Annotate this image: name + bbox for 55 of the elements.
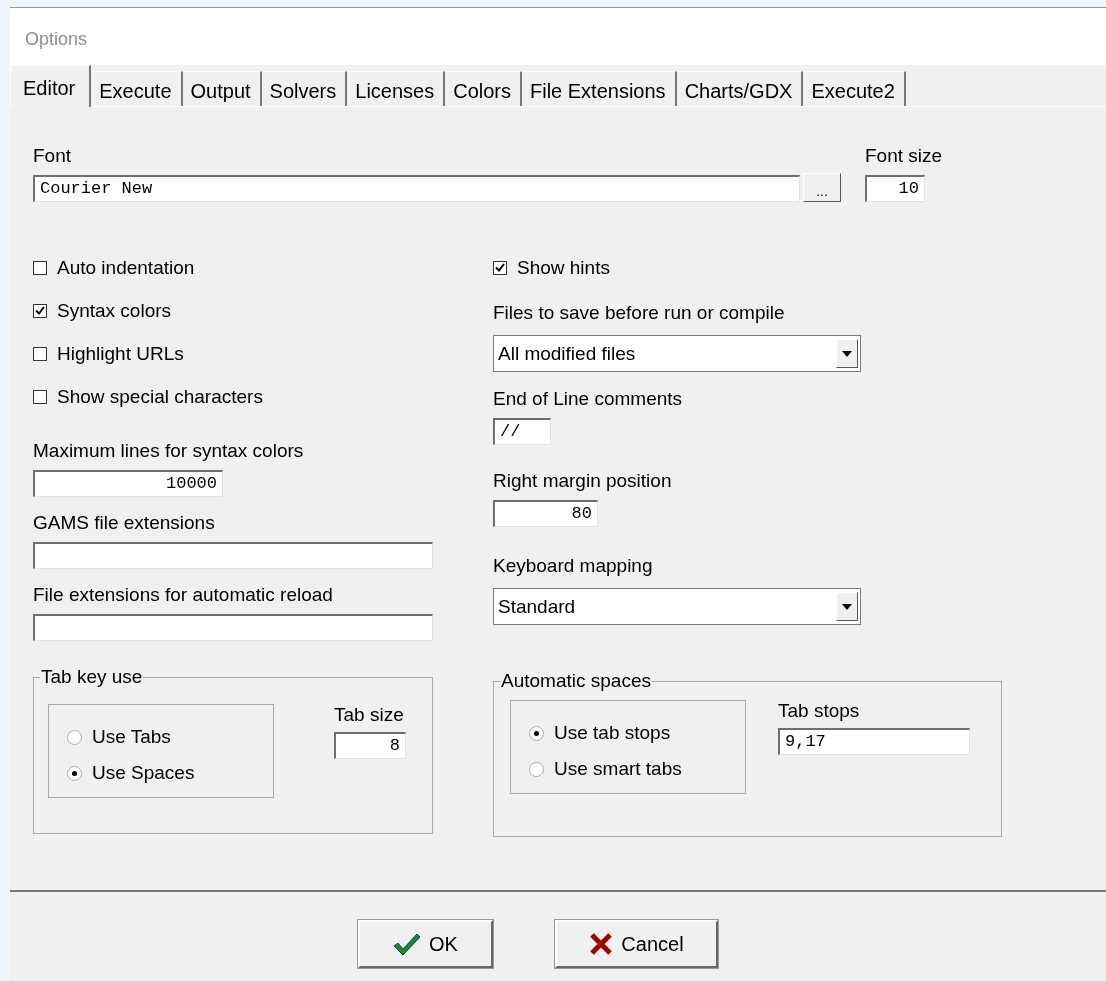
- dropdown[interactable]: All modified files: [493, 335, 861, 372]
- field-label: File extensions for automatic reload: [33, 584, 334, 606]
- tab[interactable]: Colors: [445, 71, 522, 106]
- tab[interactable]: Output: [182, 71, 262, 106]
- browse-button[interactable]: ...: [803, 173, 841, 202]
- checkbox[interactable]: [33, 389, 47, 404]
- tab[interactable]: Licenses: [347, 71, 446, 106]
- input-field[interactable]: Courier New: [33, 175, 800, 202]
- checkbox-label: Show special characters: [57, 385, 263, 408]
- field-label: Maximum lines for syntax colors: [33, 440, 305, 462]
- ok-button[interactable]: OK: [358, 920, 493, 968]
- checkbox-label: Show hints: [517, 256, 610, 279]
- field-label: End of Line comments: [493, 388, 684, 410]
- window-title: Options: [10, 8, 1106, 65]
- field-label: Font size: [865, 145, 943, 167]
- radio-button[interactable]: [529, 725, 544, 741]
- checkbox[interactable]: [493, 260, 507, 275]
- tab[interactable]: Execute: [91, 71, 183, 106]
- checkbox-label: Syntax colors: [57, 299, 172, 322]
- checkbox[interactable]: [33, 303, 47, 318]
- input-field[interactable]: 8: [334, 732, 406, 759]
- field-label: Right margin position: [493, 470, 673, 492]
- cancel-button[interactable]: Cancel: [555, 920, 718, 968]
- field-label: Font: [33, 145, 73, 167]
- field-label: GAMS file extensions: [33, 512, 216, 534]
- dropdown[interactable]: Standard: [493, 588, 861, 625]
- tab[interactable]: File Extensions: [522, 71, 677, 106]
- cross-icon: [589, 932, 614, 956]
- checkbox-label: Auto indentation: [57, 256, 195, 279]
- input-field[interactable]: 80: [493, 500, 598, 527]
- input-field[interactable]: 10000: [33, 470, 223, 497]
- field-label: Tab size: [334, 704, 405, 726]
- radio-label: Use Tabs: [92, 726, 171, 748]
- field-label: Tab stops: [778, 700, 861, 722]
- field-label: Files to save before run or compile: [493, 302, 786, 324]
- input-field[interactable]: [33, 542, 433, 569]
- input-field[interactable]: 9,17: [778, 728, 970, 755]
- checkbox[interactable]: [33, 346, 47, 361]
- field-label: Keyboard mapping: [493, 555, 654, 577]
- radio-button[interactable]: [67, 765, 82, 781]
- checkbox[interactable]: [33, 260, 47, 275]
- tab[interactable]: Execute2: [803, 71, 906, 106]
- input-field[interactable]: 10: [865, 175, 925, 202]
- input-field[interactable]: //: [493, 418, 551, 445]
- radio-button[interactable]: [529, 761, 544, 777]
- input-field[interactable]: [33, 614, 433, 641]
- radio-label: Use Spaces: [92, 762, 195, 784]
- checkbox-label: Highlight URLs: [57, 342, 184, 365]
- tab[interactable]: Solvers: [261, 71, 348, 106]
- tab[interactable]: Charts/GDX: [676, 71, 804, 106]
- tab[interactable]: Editor: [10, 65, 92, 107]
- radio-label: Use tab stops: [554, 722, 671, 744]
- radio-label: Use smart tabs: [554, 758, 682, 780]
- radio-button[interactable]: [67, 729, 82, 745]
- checkmark-icon: [393, 932, 422, 956]
